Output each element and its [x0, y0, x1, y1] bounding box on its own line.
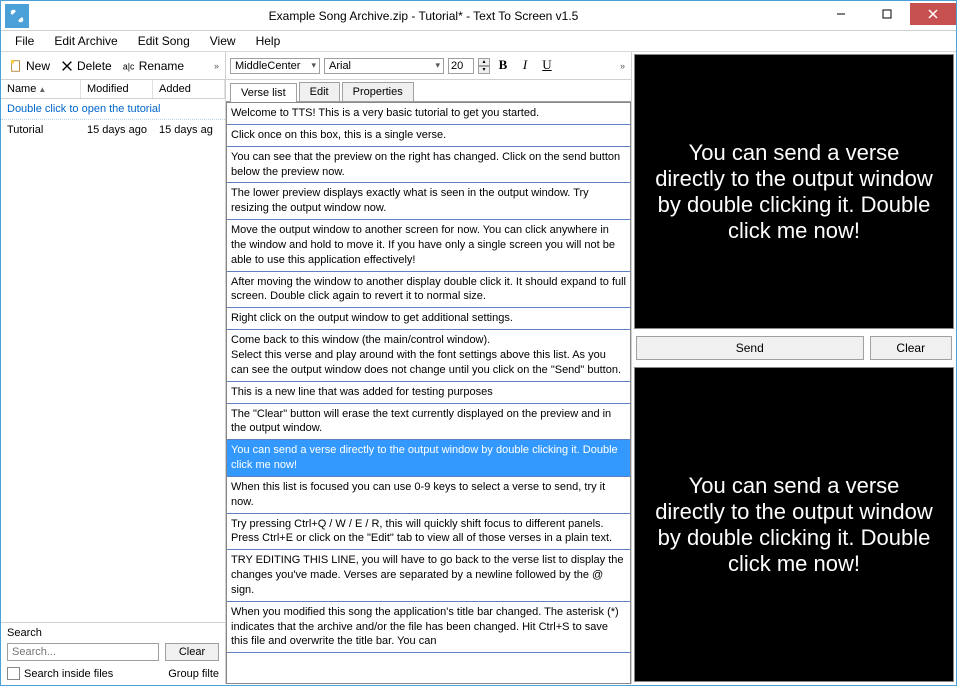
group-filter-label[interactable]: Group filte [168, 668, 219, 680]
verse-item[interactable]: Click once on this box, this is a single… [227, 125, 630, 147]
verse-item[interactable]: Welcome to TTS! This is a very basic tut… [227, 103, 630, 125]
close-button[interactable] [910, 3, 956, 25]
menu-edit-song[interactable]: Edit Song [130, 32, 198, 50]
verse-item[interactable]: This is a new line that was added for te… [227, 382, 630, 404]
sort-asc-icon: ▲ [38, 85, 46, 94]
verse-item[interactable]: Right click on the output window to get … [227, 308, 630, 330]
column-name[interactable]: Name▲ [1, 80, 81, 98]
tutorial-hint[interactable]: Double click to open the tutorial [1, 99, 225, 120]
menu-file[interactable]: File [7, 32, 42, 50]
search-inside-label: Search inside files [24, 668, 113, 680]
output-panel[interactable]: You can send a verse directly to the out… [634, 367, 954, 682]
verse-item[interactable]: Try pressing Ctrl+Q / W / E / R, this wi… [227, 514, 630, 551]
app-icon [5, 4, 29, 28]
verse-item[interactable]: You can see that the preview on the righ… [227, 147, 630, 184]
bold-button[interactable]: B [494, 57, 512, 75]
rename-button[interactable]: a|c Rename [118, 57, 188, 75]
clear-button[interactable]: Clear [870, 336, 953, 360]
verse-item[interactable]: The lower preview displays exactly what … [227, 183, 630, 220]
tab-verse-list[interactable]: Verse list [230, 83, 297, 102]
verse-item[interactable]: Move the output window to another screen… [227, 220, 630, 272]
italic-button[interactable]: I [516, 57, 534, 75]
tab-edit[interactable]: Edit [299, 82, 340, 101]
verse-list[interactable]: Welcome to TTS! This is a very basic tut… [226, 102, 631, 684]
preview-panel[interactable]: You can send a verse directly to the out… [634, 54, 954, 329]
minimize-button[interactable] [818, 3, 864, 25]
font-size-input[interactable] [448, 58, 474, 74]
size-up-button[interactable]: ▴ [478, 58, 490, 66]
menu-help[interactable]: Help [248, 32, 289, 50]
send-button[interactable]: Send [636, 336, 864, 360]
format-overflow[interactable]: » [618, 59, 627, 73]
verse-item[interactable]: When you modified this song the applicat… [227, 602, 630, 654]
verse-item[interactable]: When this list is focused you can use 0-… [227, 477, 630, 514]
alignment-dropdown[interactable]: MiddleCenter [230, 58, 320, 74]
maximize-button[interactable] [864, 3, 910, 25]
verse-item[interactable]: The "Clear" button will erase the text c… [227, 404, 630, 441]
column-added[interactable]: Added [153, 80, 225, 98]
verse-item[interactable]: Come back to this window (the main/contr… [227, 330, 630, 382]
column-modified[interactable]: Modified [81, 80, 153, 98]
new-button[interactable]: New [5, 57, 54, 75]
rename-icon: a|c [122, 59, 136, 73]
window-title: Example Song Archive.zip - Tutorial* - T… [29, 9, 818, 23]
verse-item[interactable]: After moving the window to another displ… [227, 272, 630, 309]
delete-icon [60, 59, 74, 73]
verse-item[interactable]: TRY EDITING THIS LINE, you will have to … [227, 550, 630, 602]
search-inside-checkbox[interactable] [7, 667, 20, 680]
font-dropdown[interactable]: Arial [324, 58, 444, 74]
file-row[interactable]: Tutorial 15 days ago 15 days ag [1, 120, 225, 140]
verse-item[interactable]: You can send a verse directly to the out… [227, 440, 630, 477]
search-label: Search [7, 627, 219, 639]
toolbar-overflow[interactable]: » [212, 59, 221, 73]
size-down-button[interactable]: ▾ [478, 66, 490, 74]
underline-button[interactable]: U [538, 57, 556, 75]
tab-properties[interactable]: Properties [342, 82, 414, 101]
delete-button[interactable]: Delete [56, 57, 116, 75]
search-clear-button[interactable]: Clear [165, 643, 219, 661]
menu-edit-archive[interactable]: Edit Archive [46, 32, 125, 50]
menubar: File Edit Archive Edit Song View Help [1, 31, 956, 51]
new-icon [9, 59, 23, 73]
menu-view[interactable]: View [202, 32, 244, 50]
search-input[interactable] [7, 643, 159, 661]
svg-text:a|c: a|c [123, 61, 135, 71]
